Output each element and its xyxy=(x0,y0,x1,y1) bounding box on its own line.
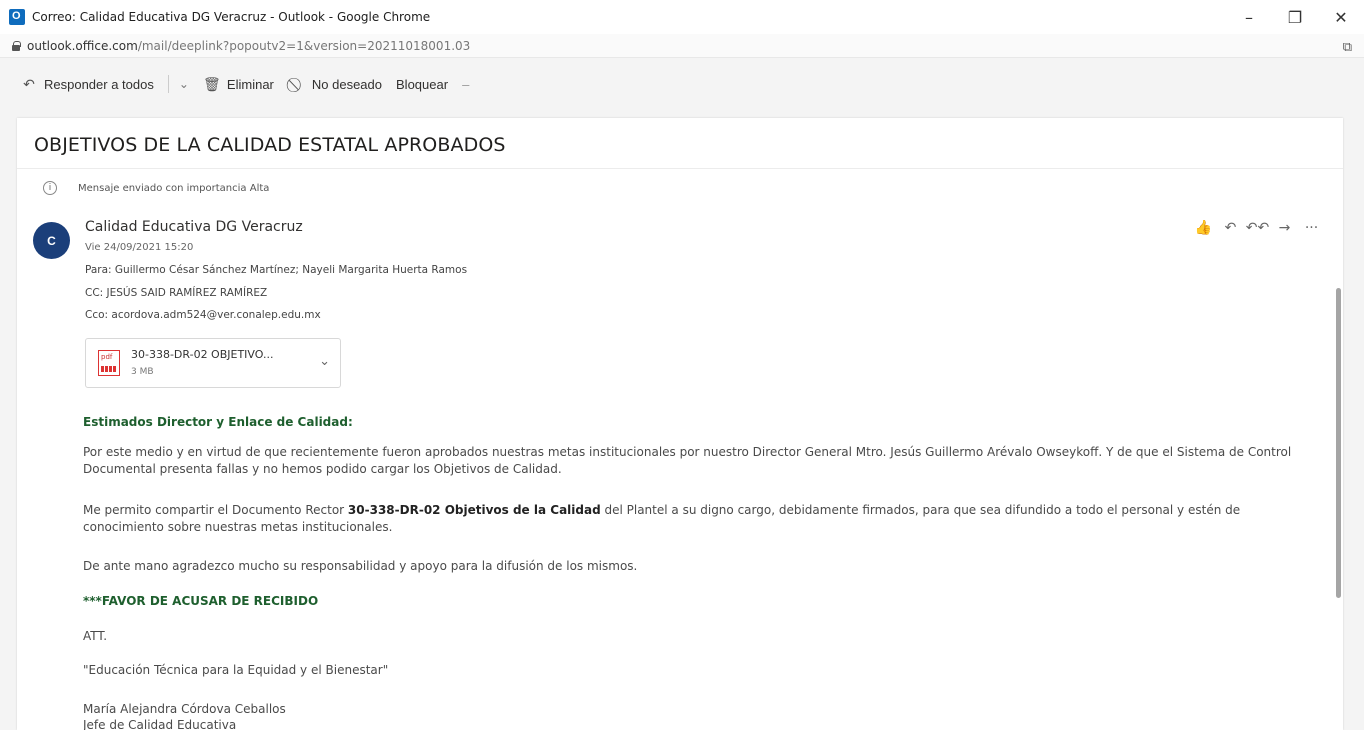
reading-pane: OBJETIVOS DE LA CALIDAD ESTATAL APROBADO… xyxy=(17,118,1343,730)
lock-icon[interactable] xyxy=(12,40,21,51)
maximize-button[interactable]: ❐ xyxy=(1272,0,1318,34)
attachment-size: 3 MB xyxy=(131,367,154,377)
attachment-card[interactable]: 30-338-DR-02 OBJETIVO... 3 MB ⌄ xyxy=(85,338,341,388)
browser-title-bar: Correo: Calidad Educativa DG Veracruz - … xyxy=(0,0,1364,34)
delete-label: Eliminar xyxy=(226,76,274,92)
motto-text: "Educación Técnica para la Equidad y el … xyxy=(83,663,389,677)
trash-icon: 🗑 xyxy=(203,75,221,92)
importance-banner: i Mensaje enviado con importancia Alta xyxy=(17,172,1343,204)
close-button[interactable]: ✕ xyxy=(1318,0,1364,34)
importance-text: Mensaje enviado con importancia Alta xyxy=(78,182,270,194)
like-icon[interactable]: 👍 xyxy=(1190,220,1217,236)
scrollbar-thumb[interactable] xyxy=(1336,288,1341,598)
command-bar: ↶ Responder a todos ⌄ 🗑 Eliminar ⃠ No de… xyxy=(0,58,1364,110)
window-title: Correo: Calidad Educativa DG Veracruz - … xyxy=(32,10,431,24)
chevron-down-icon[interactable]: ⌄ xyxy=(319,353,330,369)
body-paragraph-3: De ante mano agradezco mucho su responsa… xyxy=(83,559,638,573)
more-button[interactable]: – xyxy=(462,69,469,99)
reply-all-label: Responder a todos xyxy=(44,76,154,92)
att-text: ATT. xyxy=(83,629,108,643)
body-paragraph-1: Por este medio y en virtud de que recien… xyxy=(83,445,1292,476)
delete-button[interactable]: 🗑 Eliminar xyxy=(203,69,274,99)
window-controls: – ❐ ✕ xyxy=(1226,0,1364,34)
url-text[interactable]: outlook.office.com/mail/deeplink?popoutv… xyxy=(27,39,470,53)
message-subject: OBJETIVOS DE LA CALIDAD ESTATAL APROBADO… xyxy=(34,134,506,156)
signer-title: Jefe de Calidad Educativa xyxy=(83,718,237,730)
sender-name[interactable]: Calidad Educativa DG Veracruz xyxy=(85,219,303,235)
ack-request: ***FAVOR DE ACUSAR DE RECIBIDO xyxy=(83,594,319,608)
extension-icon[interactable]: ⧉ xyxy=(1343,39,1352,55)
pdf-icon xyxy=(98,350,120,376)
chevron-down-icon[interactable]: ⌄ xyxy=(179,77,189,91)
message-actions: 👍 ↶ ↶↶ → ··· xyxy=(1190,220,1325,236)
outlook-icon xyxy=(9,9,25,25)
more-options-icon[interactable]: ··· xyxy=(1298,220,1325,236)
reply-all-icon[interactable]: ↶↶ xyxy=(1244,220,1271,236)
block-label: Bloquear xyxy=(396,76,449,92)
block-circle-icon: ⃠ xyxy=(288,76,306,93)
junk-label: No deseado xyxy=(311,76,383,92)
attachment-name: 30-338-DR-02 OBJETIVO... xyxy=(131,348,274,361)
to-recipients[interactable]: Para: Guillermo César Sánchez Martínez; … xyxy=(85,264,467,276)
reply-icon[interactable]: ↶ xyxy=(1217,220,1244,236)
reply-all-button[interactable]: ↶ Responder a todos xyxy=(20,69,154,99)
block-button[interactable]: Bloquear xyxy=(396,69,448,99)
forward-icon[interactable]: → xyxy=(1271,220,1298,236)
signer-name: María Alejandra Córdova Ceballos xyxy=(83,702,286,716)
body-greeting: Estimados Director y Enlace de Calidad: xyxy=(83,415,353,429)
reply-all-icon: ↶ xyxy=(23,75,35,92)
avatar[interactable]: C xyxy=(33,222,70,259)
info-icon: i xyxy=(43,181,57,195)
body-paragraph-2: Me permito compartir el Documento Rector… xyxy=(83,503,1241,534)
subject-divider xyxy=(17,168,1343,169)
scrollbar[interactable] xyxy=(1333,168,1343,730)
toolbar-divider xyxy=(167,75,169,93)
bcc-recipients[interactable]: Cco: acordova.adm524@ver.conalep.edu.mx xyxy=(85,309,321,321)
message-date: Vie 24/09/2021 15:20 xyxy=(85,242,194,253)
junk-button[interactable]: ⃠ No deseado xyxy=(288,69,382,99)
minimize-button[interactable]: – xyxy=(1226,0,1272,34)
more-label: – xyxy=(462,76,470,92)
address-bar[interactable]: outlook.office.com/mail/deeplink?popoutv… xyxy=(0,34,1364,58)
cc-recipients[interactable]: CC: JESÚS SAID RAMÍREZ RAMÍREZ xyxy=(85,287,267,299)
